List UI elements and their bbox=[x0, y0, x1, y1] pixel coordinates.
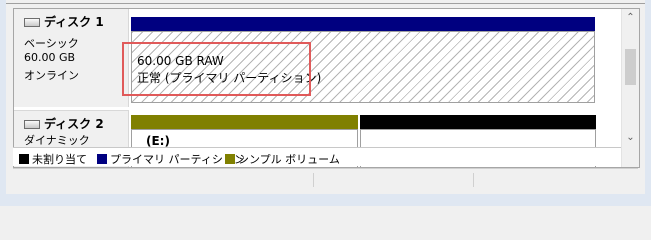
disk2-name: ディスク 2 bbox=[44, 117, 104, 131]
disk1-partition-bar bbox=[131, 17, 595, 31]
disk2-unallocated-bar bbox=[360, 115, 596, 129]
window-right-border bbox=[645, 0, 651, 206]
status-bar bbox=[13, 168, 638, 191]
legend-label: シンプル ボリューム bbox=[238, 153, 340, 166]
disk1-info-panel[interactable]: ディスク 1 ベーシック 60.00 GB オンライン bbox=[14, 9, 129, 107]
window-left-border bbox=[0, 0, 6, 206]
legend-item-primary: プライマリ パーティション bbox=[97, 151, 245, 167]
disk1-name: ディスク 1 bbox=[44, 15, 104, 29]
disk1-status: オンライン bbox=[24, 69, 79, 82]
window-bottom-border bbox=[6, 194, 645, 206]
scrollbar-thumb[interactable] bbox=[625, 49, 636, 85]
disk2-type: ダイナミック bbox=[24, 134, 90, 147]
disk-icon bbox=[24, 120, 40, 129]
legend-swatch bbox=[19, 154, 29, 164]
disk-management-window: ディスク 1 ベーシック 60.00 GB オンライン 60.00 GB RAW… bbox=[0, 0, 651, 206]
legend-swatch bbox=[97, 154, 107, 164]
highlight-box bbox=[122, 42, 311, 96]
chevron-down-icon[interactable]: ⌄ bbox=[622, 129, 639, 146]
status-segment bbox=[473, 173, 474, 187]
disk-icon bbox=[24, 18, 40, 27]
chevron-up-icon[interactable]: ⌃ bbox=[622, 9, 639, 26]
top-divider bbox=[6, 3, 645, 4]
legend-bar: 未割り当て プライマリ パーティション シンプル ボリューム bbox=[13, 147, 621, 166]
legend-label: 未割り当て bbox=[32, 153, 87, 166]
status-segment bbox=[313, 173, 314, 187]
disk1-type: ベーシック bbox=[24, 37, 79, 50]
disk1-size: 60.00 GB bbox=[24, 51, 76, 64]
disk2-volume-label: (E:) bbox=[146, 134, 170, 148]
disk-graphical-view: ディスク 1 ベーシック 60.00 GB オンライン 60.00 GB RAW… bbox=[13, 8, 640, 168]
disk2-header: ディスク 2 bbox=[24, 115, 104, 132]
legend-swatch bbox=[225, 154, 235, 164]
vertical-scrollbar[interactable]: ⌃ ⌄ bbox=[621, 9, 639, 167]
disk2-volume-bar bbox=[131, 115, 358, 129]
legend-item-simple: シンプル ボリューム bbox=[225, 151, 340, 167]
disk1-header: ディスク 1 bbox=[24, 13, 104, 30]
legend-item-unallocated: 未割り当て bbox=[19, 151, 87, 167]
